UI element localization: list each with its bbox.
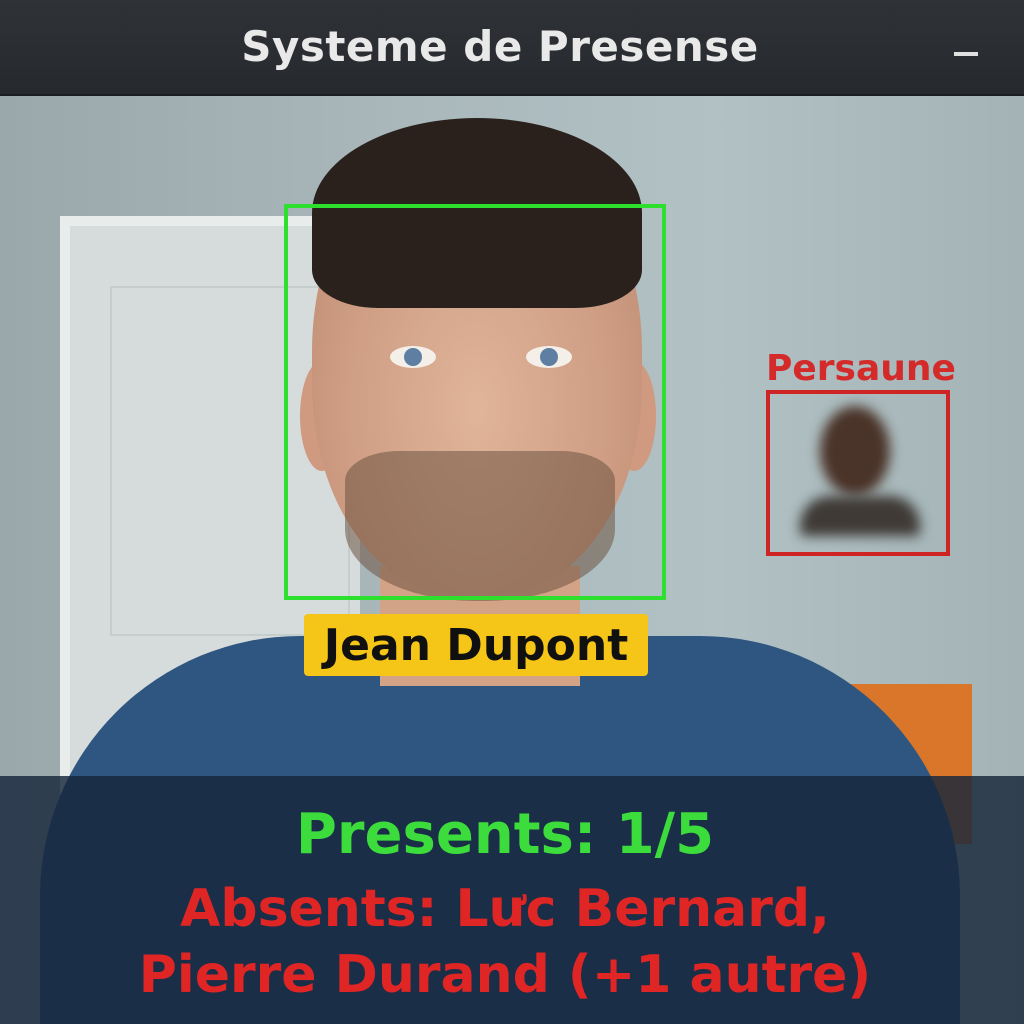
title-bar: Systeme de Presense: [0, 0, 1024, 96]
recognized-name-tag: Jean Dupont: [304, 614, 648, 676]
attendance-summary-panel: Presents: 1/5 Absents: Lưc Bernard, Pier…: [0, 776, 1024, 1024]
present-count: Presents: 1/5: [295, 802, 715, 867]
minimize-button[interactable]: [948, 34, 984, 70]
recognized-face-box: [284, 204, 666, 600]
absent-line-2: Pierre Durand (+1 autre): [138, 945, 872, 1005]
attendance-window: Systeme de Presense Jean Dupont Persaune…: [0, 0, 1024, 1024]
camera-feed: Jean Dupont Persaune Presents: 1/5 Absen…: [0, 96, 1024, 1024]
unknown-face-box: [766, 390, 950, 556]
window-title: Systeme de Presense: [241, 22, 759, 71]
unknown-face-label: Persaune: [766, 348, 956, 389]
absent-line-1: Absents: Lưc Bernard,: [180, 879, 830, 939]
absent-list: Absents: Lưc Bernard, Pierre Durand (+1 …: [0, 876, 1010, 1008]
